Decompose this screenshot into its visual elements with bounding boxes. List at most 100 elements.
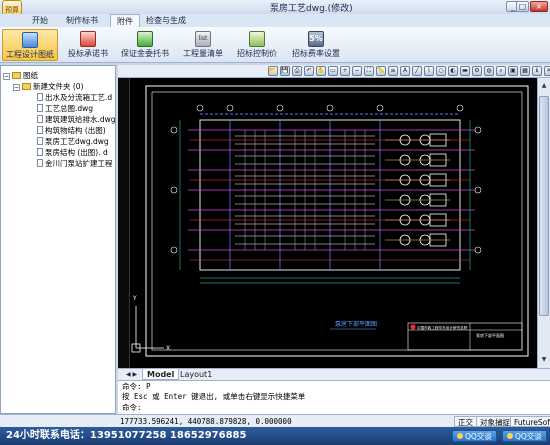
globe-icon[interactable]: ◍ xyxy=(484,66,494,76)
contact-phone: 24小时联系电话：13951077258 18652976885 xyxy=(6,430,247,441)
line-icon[interactable]: ╱ xyxy=(412,66,422,76)
file-icon xyxy=(37,104,43,112)
tree-file[interactable]: 构筑物结构 (出图) xyxy=(37,125,106,136)
axis-lines xyxy=(188,129,475,251)
tree-root-label: 图纸 xyxy=(23,71,38,80)
control-price-button[interactable]: 招标控制价 xyxy=(234,29,280,61)
list-icon: list xyxy=(195,31,211,47)
open-icon[interactable]: 📂 xyxy=(268,66,278,76)
close-button[interactable]: × xyxy=(530,1,548,12)
folder-icon xyxy=(22,83,31,90)
qq-chat-label: QQ交谈 xyxy=(515,432,542,441)
vertical-scrollbar[interactable]: ▲ ▼ xyxy=(537,78,550,368)
circle-icon[interactable]: ○ xyxy=(436,66,446,76)
cad-toolbar: 📂 💾 ⎙ ↶ ✋ ▭ + − ⛶ 📏 ≡ A ╱ ⌇ ○ ◐ ▬ ⚙ ◍ ⌕ ▣ ▦ ℹ ✕ xyxy=(118,65,550,78)
pdf-icon[interactable]: ▣ xyxy=(508,66,518,76)
qq-icon xyxy=(507,433,513,439)
ortho-toggle[interactable]: 正交 xyxy=(454,416,477,427)
bill-of-quantities-label: 工程量清单 xyxy=(183,49,223,58)
polyline-icon[interactable]: ⌇ xyxy=(424,66,434,76)
measure-icon[interactable]: 📏 xyxy=(376,66,386,76)
stamp-icon xyxy=(137,31,153,47)
file-icon xyxy=(37,93,43,101)
tree-file[interactable]: 泵房工艺dwg.dwg xyxy=(37,136,109,147)
undo-icon[interactable]: ↶ xyxy=(304,66,314,76)
ribbon-toolbar: 工程设计图纸 投标承诺书 保证金委托书 list 工程量清单 招标控制价 5% … xyxy=(0,27,550,63)
tab-nav-arrows[interactable]: ◀ ▶ xyxy=(122,369,141,380)
tab-make-bid[interactable]: 制作标书 xyxy=(60,14,104,27)
qq-chat-button-2[interactable]: QQ交谈 xyxy=(502,430,547,442)
money-icon xyxy=(249,31,265,47)
ucs-x-label: X xyxy=(166,345,170,352)
zoom-window-icon[interactable]: ▭ xyxy=(328,66,338,76)
command-window[interactable]: 命令: P 按 Esc 或 Enter 键退出, 或单击右键显示快捷菜单 命令: xyxy=(118,380,550,414)
status-bar: 177733.596241, 440788.879828, 0.000000 正… xyxy=(0,414,550,427)
tree-file-label: 金川门泵站扩建工程 xyxy=(45,159,113,168)
company-logo-icon xyxy=(410,324,416,330)
cad-canvas[interactable]: 泵房下部平面图 中国市政工程华东设计研究总院 泵房下部平面图 Y X xyxy=(130,78,537,368)
picture-icon[interactable]: ▦ xyxy=(520,66,530,76)
command-prompt[interactable]: 命令: xyxy=(122,403,142,413)
zoom-in-icon[interactable]: + xyxy=(340,66,350,76)
tab-attachment[interactable]: 附件 xyxy=(110,14,140,27)
qq-chat-button-1[interactable]: QQ交谈 xyxy=(452,430,497,442)
file-tree: − 图纸 − 新建文件夹 (0) 出水及分流箱工艺.d 工艺总图.dwg 建筑建筑给… xyxy=(0,65,116,414)
info-icon[interactable]: ℹ xyxy=(532,66,542,76)
save-icon[interactable]: 💾 xyxy=(280,66,290,76)
tree-file[interactable]: 金川门泵站扩建工程 xyxy=(37,158,113,169)
tree-file[interactable]: 出水及分流箱工艺.d xyxy=(37,92,112,103)
text-icon[interactable]: A xyxy=(400,66,410,76)
search-icon[interactable]: ⌕ xyxy=(496,66,506,76)
rate-settings-button[interactable]: 5% 招标费率设置 xyxy=(288,29,344,61)
color-icon[interactable]: ◐ xyxy=(448,66,458,76)
scroll-down-icon[interactable]: ▼ xyxy=(539,354,549,366)
pan-icon[interactable]: ✋ xyxy=(316,66,326,76)
tab-layout1[interactable]: Layout1 xyxy=(176,369,216,380)
coordinate-readout: 177733.596241, 440788.879828, 0.000000 xyxy=(120,417,292,426)
deposit-authorization-button[interactable]: 保证金委托书 xyxy=(118,29,172,61)
title-bar: 预算 泵房工艺dwg.(修改) _ □ × xyxy=(0,0,550,20)
ribbon-tabs: 开始 制作标书 附件 检查与生成 xyxy=(0,14,550,27)
title-block: 中国市政工程华东设计研究总院 泵房下部平面图 xyxy=(407,322,523,351)
tab-start[interactable]: 开始 xyxy=(26,14,54,27)
drawing-title: 泵房下部平面图 xyxy=(335,320,377,328)
tree-file[interactable]: 建筑建筑给排水.dwg xyxy=(37,114,115,125)
command-history-line: 按 Esc 或 Enter 键退出, 或单击右键显示快捷菜单 xyxy=(122,392,306,401)
qq-chat-label: QQ交谈 xyxy=(465,432,492,441)
file-icon xyxy=(37,115,43,123)
tree-file-label: 构筑物结构 (出图) xyxy=(45,126,106,135)
percent-icon: 5% xyxy=(308,31,324,47)
engineering-drawings-button[interactable]: 工程设计图纸 xyxy=(2,29,58,61)
drawing-svg: 泵房下部平面图 中国市政工程华东设计研究总院 泵房下部平面图 Y X xyxy=(131,85,529,357)
tree-root[interactable]: − 图纸 xyxy=(3,70,38,81)
tree-file-label: 出水及分流箱工艺.d xyxy=(45,93,113,102)
qq-icon xyxy=(457,433,463,439)
clear-icon[interactable]: ✕ xyxy=(544,66,550,76)
tab-check-generate[interactable]: 检查与生成 xyxy=(140,14,192,27)
layer-icon[interactable]: ≡ xyxy=(388,66,398,76)
tab-model[interactable]: Model xyxy=(142,369,180,380)
zoom-extents-icon[interactable]: ⛶ xyxy=(364,66,374,76)
tree-file[interactable]: 工艺总图.dwg xyxy=(37,103,93,114)
collapse-icon[interactable]: − xyxy=(13,84,20,91)
scroll-thumb[interactable] xyxy=(539,96,549,316)
zoom-out-icon[interactable]: − xyxy=(352,66,362,76)
scroll-up-icon[interactable]: ▲ xyxy=(539,80,549,92)
file-icon xyxy=(37,137,43,145)
command-history-line: 命令: P xyxy=(122,382,151,391)
bid-commitment-button[interactable]: 投标承诺书 xyxy=(64,29,112,61)
file-icon xyxy=(37,148,43,156)
collapse-icon[interactable]: − xyxy=(3,73,10,80)
bid-commitment-label: 投标承诺书 xyxy=(68,49,108,58)
settings-icon[interactable]: ⚙ xyxy=(472,66,482,76)
document-icon xyxy=(80,31,96,47)
tree-file[interactable]: 泵房结构 (出图). d xyxy=(37,147,108,158)
maximize-button[interactable]: □ xyxy=(516,1,529,12)
ucs-icon xyxy=(131,306,164,353)
lineweight-icon[interactable]: ▬ xyxy=(460,66,470,76)
tree-folder-label: 新建文件夹 (0) xyxy=(33,82,84,91)
print-icon[interactable]: ⎙ xyxy=(292,66,302,76)
object-snap-toggle[interactable]: 对象捕捉 xyxy=(476,416,514,427)
tree-folder[interactable]: − 新建文件夹 (0) xyxy=(13,81,84,92)
bill-of-quantities-button[interactable]: list 工程量清单 xyxy=(180,29,226,61)
